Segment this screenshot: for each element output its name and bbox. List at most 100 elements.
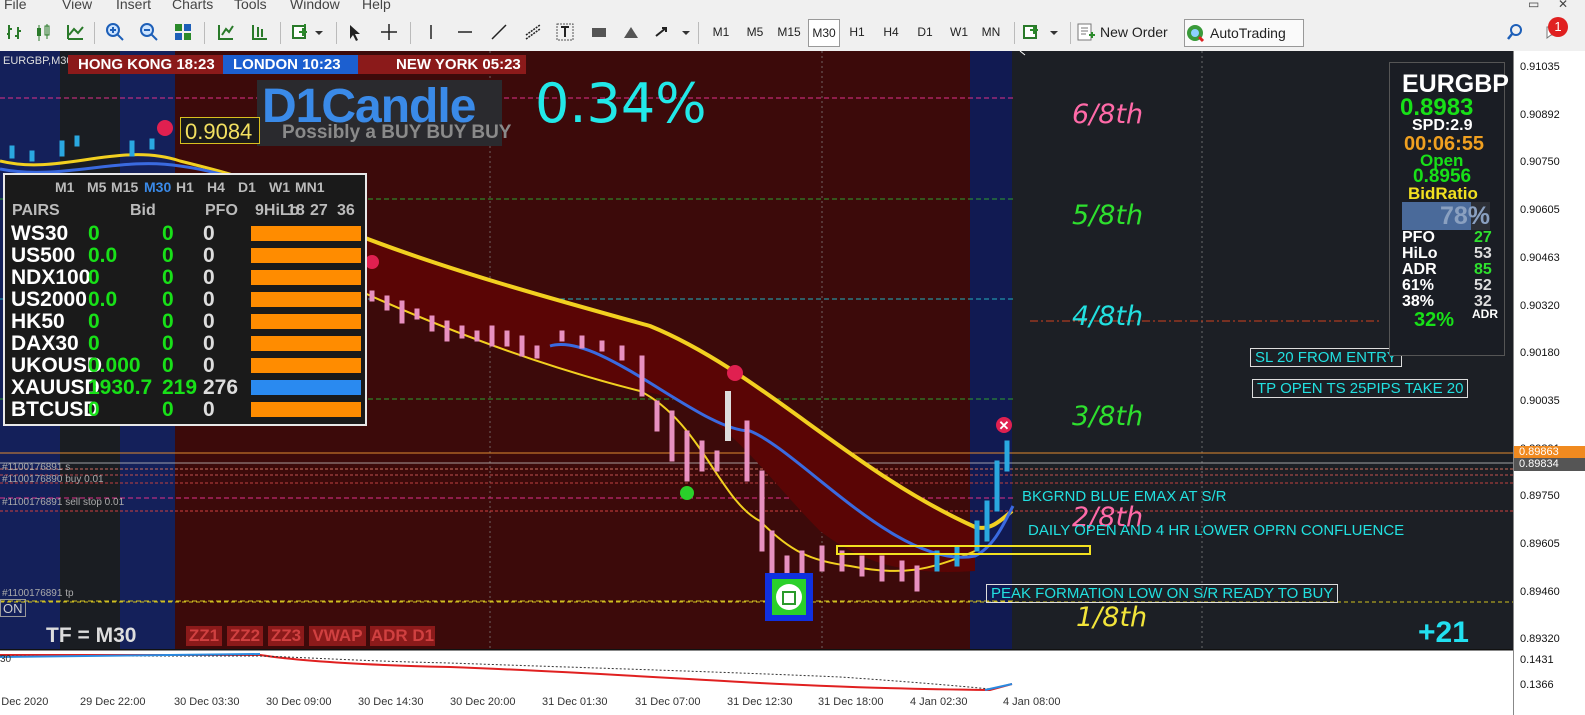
tf-d1[interactable]: D1 xyxy=(910,19,940,45)
time-axis-label: 30 Dec 14:30 xyxy=(358,696,424,708)
crosshair-icon[interactable] xyxy=(376,19,402,45)
pair-bid: 0 xyxy=(88,398,100,421)
shapes-icon[interactable] xyxy=(618,19,644,45)
arrows-menu-icon[interactable] xyxy=(650,19,694,45)
indicators-menu-icon[interactable] xyxy=(288,19,328,45)
new-order-button[interactable]: New Order xyxy=(1076,19,1180,45)
zz1-button[interactable]: ZZ1 xyxy=(186,626,222,646)
tf-h1[interactable]: H1 xyxy=(842,19,872,45)
candlestick-icon[interactable] xyxy=(30,19,56,45)
adr-d1-button[interactable]: ADR D1 xyxy=(370,626,435,646)
pair-name: XAUUSD xyxy=(11,376,100,399)
pair-row[interactable]: BTCUSD 0 0 0 xyxy=(5,399,365,421)
line-chart-icon[interactable] xyxy=(62,19,88,45)
panel-tf-mn1[interactable]: MN1 xyxy=(295,179,325,195)
price-axis-label: 0.90180 xyxy=(1520,347,1560,360)
pair-row[interactable]: UKOUSD 0.000 0 0 xyxy=(5,355,365,377)
tf-m15[interactable]: M15 xyxy=(774,19,804,45)
toolbar: M1 M5 M15 M30 H1 H4 D1 W1 MN New Order A… xyxy=(0,14,1585,52)
cursor-icon[interactable] xyxy=(342,19,368,45)
tf-h4[interactable]: H4 xyxy=(876,19,906,45)
panel-tf-m1[interactable]: M1 xyxy=(55,179,74,195)
search-icon[interactable] xyxy=(1502,19,1528,45)
trendline-icon[interactable] xyxy=(486,19,512,45)
pair-row[interactable]: NDX100 0 0 0 xyxy=(5,267,365,289)
vwap-button[interactable]: VWAP xyxy=(309,626,366,646)
bar-chart-icon[interactable] xyxy=(2,19,28,45)
horizontal-line-icon[interactable] xyxy=(452,19,478,45)
time-axis[interactable]: 29 Dec 2020 29 Dec 22:00 30 Dec 03:30 30 De… xyxy=(0,693,1513,715)
market-watch-panel: M1 M5 M15 M30 H1 H4 D1 W1 MN1 PAIRS Bid … xyxy=(3,173,367,426)
pair-row[interactable]: HK50 0 0 0 xyxy=(5,311,365,333)
panel-tf-m5[interactable]: M5 xyxy=(87,179,106,195)
autotrading-button[interactable]: AutoTrading xyxy=(1184,19,1304,47)
menu-charts[interactable]: Charts xyxy=(172,0,213,12)
panel-tf-w1[interactable]: W1 xyxy=(269,179,290,195)
chart-shift-icon[interactable] xyxy=(246,19,272,45)
pair-row[interactable]: WS30 0 0 0 xyxy=(5,223,365,245)
menu-file[interactable]: File xyxy=(4,0,27,12)
time-axis-label: 31 Dec 12:30 xyxy=(727,696,793,708)
zoom-in-icon[interactable] xyxy=(102,19,128,45)
panel-tf-h1[interactable]: H1 xyxy=(176,179,194,195)
annotation-peak[interactable]: PEAK FORMATION LOW ON S/R READY TO BUY xyxy=(986,584,1339,603)
tf-m1[interactable]: M1 xyxy=(706,19,736,45)
bidratio-bar: 78% xyxy=(1402,202,1490,230)
annotation-tp[interactable]: TP OPEN TS 25PIPS TAKE 20 xyxy=(1252,379,1469,398)
panel-tf-h4[interactable]: H4 xyxy=(207,179,225,195)
zz2-button[interactable]: ZZ2 xyxy=(227,626,263,646)
price-axis-label: 0.90035 xyxy=(1520,394,1560,407)
pair-row[interactable]: US500 0.0 0 0 xyxy=(5,245,365,267)
info-adr-tag: ADR xyxy=(1472,307,1498,321)
on-button[interactable]: ON xyxy=(0,599,26,617)
tf-w1[interactable]: W1 xyxy=(944,19,974,45)
pair-value: 0 xyxy=(162,244,174,267)
pair-value: 0 xyxy=(162,222,174,245)
menu-window[interactable]: Window xyxy=(290,0,340,12)
new-chart-menu-icon[interactable] xyxy=(1020,19,1064,45)
panel-col-pairs: PAIRS xyxy=(12,202,60,219)
tile-windows-icon[interactable] xyxy=(170,19,196,45)
pair-hilo-bar xyxy=(251,248,361,263)
menu-tools[interactable]: Tools xyxy=(234,0,267,12)
order-line-label: #1100176891 sell stop 0.01 xyxy=(2,497,125,508)
price-axis-label: 0.91035 xyxy=(1520,61,1560,73)
panel-tf-m15[interactable]: M15 xyxy=(111,179,138,195)
notifications-button[interactable]: 1 xyxy=(1534,17,1574,45)
pair-row[interactable]: US2000 0.0 0 0 xyxy=(5,289,365,311)
panel-tf-d1[interactable]: D1 xyxy=(238,179,256,195)
price-axis[interactable]: 0.91035 0.90892 0.90750 0.90605 0.90463 0.903… xyxy=(1513,51,1585,715)
annotation-bkgrnd[interactable]: BKGRND BLUE EMAX AT S/R xyxy=(1022,488,1227,505)
tf-mn[interactable]: MN xyxy=(976,19,1006,45)
autoscroll-icon[interactable] xyxy=(212,19,238,45)
minimize-icon[interactable]: ▭ xyxy=(1528,0,1539,11)
tf-m30[interactable]: M30 xyxy=(808,19,840,47)
channel-icon[interactable] xyxy=(520,19,546,45)
pair-bid: 0.0 xyxy=(88,288,118,311)
zz3-button[interactable]: ZZ3 xyxy=(268,626,304,646)
price-axis-label: 0.89460 xyxy=(1520,585,1560,598)
text-tool-icon[interactable] xyxy=(552,19,578,45)
menu-help[interactable]: Help xyxy=(362,0,391,12)
indicator-subwindow[interactable]: 30 xyxy=(0,650,1513,694)
close-window-icon[interactable]: ✕ xyxy=(1558,0,1568,11)
time-axis-label: 30 Dec 09:00 xyxy=(266,696,332,708)
tf-m5[interactable]: M5 xyxy=(740,19,770,45)
annotation-sl[interactable]: SL 20 FROM ENTRY xyxy=(1250,348,1402,367)
panel-tf-m30[interactable]: M30 xyxy=(144,179,171,195)
pair-row[interactable]: DAX30 0 0 0 xyxy=(5,333,365,355)
pair-hilo-bar xyxy=(251,226,361,241)
annotation-daily[interactable]: DAILY OPEN AND 4 HR LOWER OPRN CONFLUENC… xyxy=(1028,522,1404,539)
pair-pfo: 0 xyxy=(203,398,215,421)
zoom-out-icon[interactable] xyxy=(136,19,162,45)
murrey-1-8-label: 1/8th xyxy=(1076,602,1148,633)
menu-view[interactable]: View xyxy=(62,0,92,12)
time-axis-label: 30 Dec 20:00 xyxy=(450,696,516,708)
vertical-line-icon[interactable] xyxy=(418,19,444,45)
price-tag-bid: 0.89834 xyxy=(1514,458,1585,471)
menu-insert[interactable]: Insert xyxy=(116,0,151,12)
info-adr-pct: 32% xyxy=(1414,309,1455,331)
label-tool-icon[interactable] xyxy=(586,19,612,45)
pair-name: US500 xyxy=(11,244,76,267)
pair-row[interactable]: XAUUSD 1930.7 219 276 xyxy=(5,377,365,399)
